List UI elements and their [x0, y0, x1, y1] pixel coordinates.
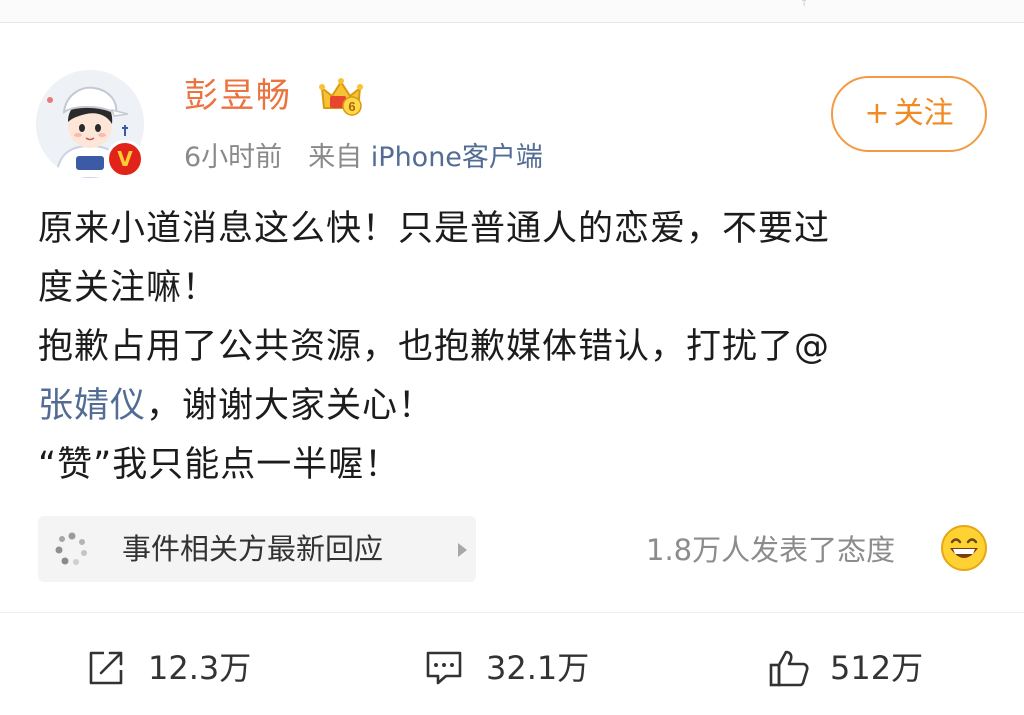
post-meta: 6小时前 来自 iPhone客户端: [184, 140, 543, 176]
verified-icon: V: [106, 140, 144, 178]
like-icon: [769, 650, 809, 687]
follow-button[interactable]: + 关注: [831, 76, 987, 152]
mention-link[interactable]: 张婧仪: [38, 386, 146, 426]
like-count: 512万: [830, 649, 924, 687]
level-number: 6: [348, 99, 355, 114]
comment-icon: [426, 651, 462, 685]
weibo-post: ↑ V 彭昱畅 6 6小时前 来自 iPhone客户端 + 关注 原来小道消息这…: [0, 0, 1024, 715]
share-count: 12.3万: [148, 649, 252, 687]
post-line-1: 原来小道消息这么快！只是普通人的恋爱，不要过: [38, 209, 831, 249]
arrow-right-icon: [458, 543, 467, 557]
share-button[interactable]: 12.3万: [86, 640, 286, 696]
comment-button[interactable]: 32.1万: [424, 640, 624, 696]
plus-icon: +: [864, 96, 890, 131]
dots-icon: [55, 532, 87, 565]
post-line-4-text: ，谢谢大家关心！: [146, 386, 435, 426]
crown-icon: 6: [319, 78, 363, 116]
share-icon: [89, 651, 123, 685]
event-label: 事件相关方最新回应: [122, 532, 384, 566]
corner-mark-icon: ↑: [800, 0, 809, 9]
attitude-count[interactable]: 1.8万人发表了态度: [646, 528, 895, 572]
post-line-2: 度关注嘛！: [38, 268, 219, 308]
post-line-3: 抱歉占用了公共资源，也抱歉媒体错认，打扰了@: [38, 318, 998, 377]
post-line-4: 张婧仪，谢谢大家关心！: [38, 377, 998, 436]
like-button[interactable]: 512万: [768, 640, 968, 696]
grin-emoji-icon[interactable]: [940, 524, 988, 572]
post-text: 原来小道消息这么快！只是普通人的恋爱，不要过 度关注嘛！ 抱歉占用了公共资源，也…: [38, 200, 998, 495]
top-edge: ↑: [0, 0, 1024, 23]
comment-count: 32.1万: [486, 649, 590, 687]
user-name[interactable]: 彭昱畅: [184, 74, 292, 118]
divider: [0, 612, 1024, 613]
event-card[interactable]: 事件相关方最新回应: [38, 516, 476, 582]
post-line-3-text: 抱歉占用了公共资源，也抱歉媒体错认，打扰了@: [38, 327, 831, 367]
post-time: 6小时前: [184, 142, 283, 173]
post-source[interactable]: iPhone客户端: [371, 142, 543, 173]
post-line-5: “赞”我只能点一半喔！: [38, 445, 401, 485]
follow-label: 关注: [893, 96, 954, 131]
source-prefix: 来自: [308, 142, 363, 173]
